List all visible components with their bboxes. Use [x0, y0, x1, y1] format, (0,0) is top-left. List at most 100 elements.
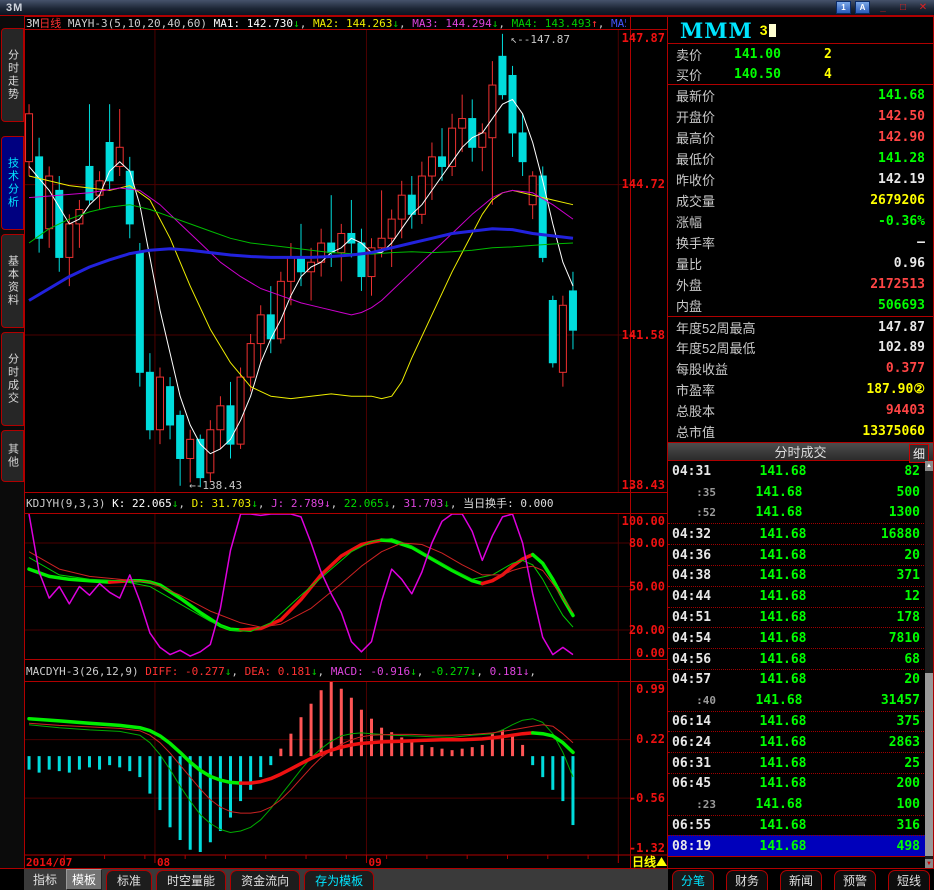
tick-row[interactable]: 06:45141.68200	[668, 773, 926, 794]
bid-row: 买价 140.50 4	[668, 64, 933, 84]
tick-price: 141.68	[728, 735, 838, 750]
tick-row[interactable]: 04:38141.68371	[668, 565, 926, 586]
tick-row[interactable]: 06:14141.68375	[668, 711, 926, 732]
tray-icon-1[interactable]: 1	[836, 1, 851, 14]
text-cursor	[769, 24, 776, 37]
tick-volume: 68	[904, 652, 926, 667]
quote-row-value: 102.89	[878, 340, 925, 355]
sidebar-tab-3[interactable]: 基本资料	[1, 234, 24, 328]
tick-list[interactable]: 04:31141.6882:35141.68500:52141.68130004…	[668, 461, 926, 857]
quote-row-value: 142.90	[878, 130, 925, 145]
tick-volume: 82	[904, 464, 926, 479]
tick-row[interactable]: 04:31141.6882	[668, 461, 926, 482]
tick-volume: 16880	[881, 527, 926, 542]
tick-time: 04:31	[668, 464, 728, 479]
panel-tab-预警[interactable]: 预警	[834, 870, 876, 890]
tick-row[interactable]: 06:31141.6825	[668, 752, 926, 773]
panel-tab-分笔[interactable]: 分笔	[672, 870, 714, 890]
quote-row-label: 涨幅	[676, 212, 702, 231]
quote-row: 涨幅 -0.36%	[668, 211, 933, 232]
tick-row[interactable]: :40141.6831457	[668, 690, 926, 711]
axis-label: 20.00	[629, 623, 665, 637]
template-tab[interactable]: 时空量能	[156, 870, 226, 890]
tick-row[interactable]: 04:44141.6812	[668, 586, 926, 607]
toolbar-button-模板[interactable]: 模板	[66, 869, 102, 890]
tick-volume: 178	[897, 610, 926, 625]
maximize-icon[interactable]: □	[896, 2, 910, 13]
sidebar-tab-4[interactable]: 分时成交	[1, 332, 24, 426]
toolbar-button-指标[interactable]: 指标	[28, 870, 62, 889]
x-axis-label: 2014/07	[26, 856, 72, 868]
tick-row[interactable]: :35141.68500	[668, 482, 926, 503]
tick-volume: 498	[897, 839, 926, 854]
scroll-up-icon[interactable]: ▲	[925, 461, 933, 471]
tick-scrollbar[interactable]: ▲ ▼	[925, 461, 933, 869]
tick-row[interactable]: :52141.681300	[668, 503, 926, 524]
tick-row[interactable]: 04:57141.6820	[668, 669, 926, 690]
quote-row-value: 142.50	[878, 109, 925, 124]
panel-tab-新闻[interactable]: 新闻	[780, 870, 822, 890]
tick-list-header: 分时成交 细	[668, 442, 933, 461]
quote-row-value: 147.87	[878, 320, 925, 335]
template-tab[interactable]: 资金流向	[230, 870, 300, 890]
quote-row: 总市值13375060	[668, 421, 933, 442]
tick-price: 141.68	[724, 693, 834, 708]
period-label[interactable]: 日线	[632, 854, 656, 868]
quote-row: 内盘506693	[668, 295, 933, 316]
tick-row[interactable]: 04:54141.687810	[668, 627, 926, 648]
tick-volume: 371	[897, 568, 926, 583]
tick-time: 08:19	[668, 839, 728, 854]
tick-row[interactable]: 04:56141.6868	[668, 648, 926, 669]
panel-tab-短线[interactable]: 短线	[888, 870, 930, 890]
bid-label: 买价	[668, 65, 734, 84]
axis-label: 141.58	[622, 328, 665, 342]
tick-volume: 375	[897, 714, 926, 729]
tick-row[interactable]: 04:51141.68178	[668, 607, 926, 628]
sidebar-tab-1[interactable]: 分时走势	[1, 28, 24, 122]
minimize-icon[interactable]: _	[876, 2, 890, 13]
tray-icon-a[interactable]: A	[855, 1, 870, 14]
tick-time: 04:38	[668, 568, 728, 583]
quote-row: 最新价141.68	[668, 85, 933, 106]
axis-label: 147.87	[622, 31, 665, 45]
quote-row: 成交量 2679206	[668, 190, 933, 211]
ask-price: 141.00	[734, 47, 824, 62]
sidebar-tab-2[interactable]: 技术分析	[1, 136, 24, 230]
tick-row[interactable]: 06:55141.68316	[668, 815, 926, 836]
close-icon[interactable]: ✕	[916, 2, 930, 13]
axis-label: -1.32	[629, 841, 665, 855]
tick-price: 141.68	[728, 756, 838, 771]
tick-price: 141.68	[728, 652, 838, 667]
template-tab[interactable]: 标准	[106, 870, 152, 890]
tick-row[interactable]: :23141.68100	[668, 794, 926, 815]
ask-row: 卖价 141.00 2	[668, 44, 933, 64]
sidebar-tab-5[interactable]: 其他	[1, 430, 24, 482]
chart-canvas[interactable]: 147.87144.72141.58138.43100.0080.0050.00…	[24, 16, 668, 868]
symbol-code-input[interactable]: 3	[760, 22, 768, 38]
tick-time: 06:45	[668, 776, 728, 791]
tick-price: 141.68	[728, 714, 838, 729]
template-tab[interactable]: 存为模板	[304, 870, 374, 890]
tick-row[interactable]: 04:32141.6816880	[668, 523, 926, 544]
tick-price: 141.68	[728, 839, 838, 854]
tick-price: 141.68	[728, 548, 838, 563]
quote-row-label: 内盘	[676, 296, 702, 315]
quote-row-value: 0.377	[886, 361, 925, 376]
tick-row[interactable]: 06:24141.682863	[668, 731, 926, 752]
quote-row-label: 换手率	[676, 233, 715, 252]
window-controls: 1 A _ □ ✕	[836, 1, 934, 14]
tick-price: 141.68	[728, 610, 838, 625]
tick-row[interactable]: 08:19141.68 498	[668, 835, 926, 856]
scrollbar-thumb[interactable]	[925, 673, 933, 856]
quote-row-label: 成交量	[676, 191, 715, 210]
x-axis-label: 09	[368, 856, 381, 868]
tick-time: 06:31	[668, 756, 728, 771]
axis-label: 0.00	[636, 646, 665, 660]
quote-row-value: 2679206	[870, 193, 925, 208]
quote-row-value: -0.36%	[878, 214, 925, 229]
panel-tab-财务[interactable]: 财务	[726, 870, 768, 890]
quote-row: 昨收价142.19	[668, 169, 933, 190]
axis-label: 144.72	[622, 177, 665, 191]
chart-area[interactable]: 3M日线 MAYH-3(5,10,20,40,60) MA1: 142.730↓…	[24, 16, 668, 868]
tick-row[interactable]: 04:36141.6820	[668, 544, 926, 565]
